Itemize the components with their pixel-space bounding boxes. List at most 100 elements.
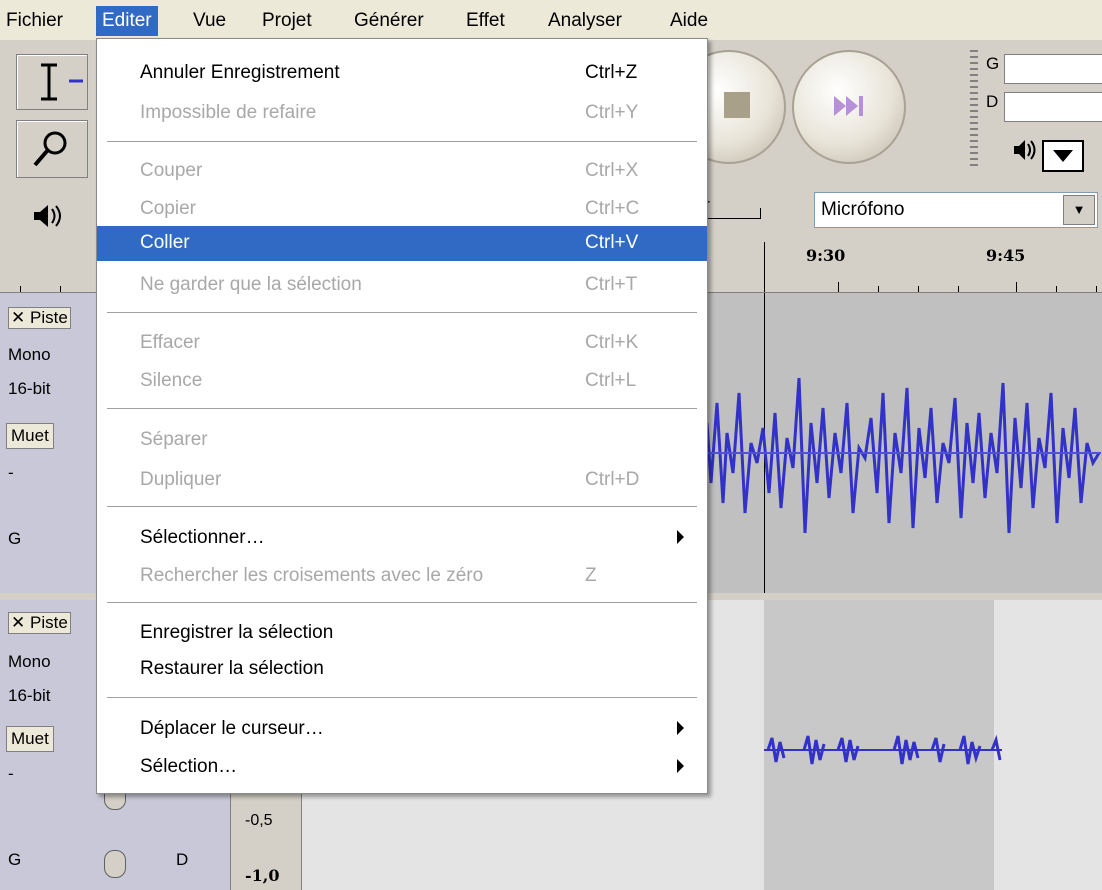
track-bits: 16-bit (8, 686, 51, 705)
input-source-value: Micrófono (821, 199, 905, 220)
menu-editer[interactable]: Editer (96, 6, 158, 36)
menu-item-shortcut: Ctrl+V (585, 232, 639, 253)
meter-speaker-icon (1010, 136, 1040, 164)
menu-item-label: Silence (140, 370, 203, 391)
menu-item-split[interactable]: Séparer (97, 423, 707, 458)
menu-item-restore-selection[interactable]: Restaurer la sélection (97, 652, 707, 687)
pan-left-label: G (8, 529, 22, 548)
menu-item-copy[interactable]: Copier Ctrl+C (97, 192, 707, 227)
menu-item-label: Enregistrer la sélection (140, 622, 334, 643)
ruler-label: 9:30 (806, 246, 846, 265)
right-level-meter (1004, 92, 1102, 122)
menu-bar: Fichier Editer Vue Projet Générer Effet … (0, 0, 1102, 40)
track-format: Mono (8, 345, 51, 364)
menu-item-undo[interactable]: Annuler Enregistrement Ctrl+Z (97, 56, 707, 91)
left-level-meter (1004, 54, 1102, 84)
menu-item-trim[interactable]: Ne garder que la sélection Ctrl+T (97, 268, 707, 303)
magnifier-icon (33, 131, 67, 167)
menu-vue[interactable]: Vue (187, 6, 232, 36)
menu-separator (107, 697, 697, 699)
track-close-button[interactable]: ✕ Piste (8, 307, 71, 329)
menu-item-shortcut: Ctrl+C (585, 198, 640, 219)
menu-separator (107, 141, 697, 143)
menu-item-redo[interactable]: Impossible de refaire Ctrl+Y (97, 96, 707, 131)
menu-item-shortcut: Ctrl+X (585, 160, 639, 181)
playback-volume-icon (20, 198, 80, 234)
meter-options-button[interactable] (1042, 140, 1084, 172)
menu-item-label: Coller (140, 232, 190, 253)
pan-left-label: G (8, 850, 22, 869)
pan-right-label: D (176, 850, 189, 869)
track-format: Mono (8, 652, 51, 671)
ruler-tick (958, 286, 959, 292)
menu-item-shortcut: Ctrl+Z (585, 62, 638, 83)
close-icon: ✕ (11, 613, 26, 632)
stop-icon (724, 92, 750, 118)
menu-item-paste[interactable]: Coller Ctrl+V (97, 226, 707, 261)
input-volume-slider[interactable] (706, 208, 761, 219)
mute-button[interactable]: Muet (6, 423, 54, 449)
menu-item-label: Impossible de refaire (140, 102, 317, 123)
menu-item-label: Restaurer la sélection (140, 658, 324, 679)
menu-item-select-submenu[interactable]: Sélectionner… (97, 521, 707, 556)
menu-projet[interactable]: Projet (256, 6, 318, 36)
menu-item-delete[interactable]: Effacer Ctrl+K (97, 326, 707, 361)
pan-slider-thumb[interactable] (104, 850, 126, 878)
menu-item-shortcut: Ctrl+L (585, 370, 637, 391)
submenu-arrow-icon (677, 530, 684, 544)
menu-item-label: Dupliquer (140, 469, 222, 490)
menu-item-save-selection[interactable]: Enregistrer la sélection (97, 616, 707, 651)
meter-left-label: G (986, 54, 1000, 73)
menu-effet[interactable]: Effet (460, 6, 511, 36)
menu-separator (107, 312, 697, 314)
menu-analyser[interactable]: Analyser (542, 6, 628, 36)
menu-item-move-cursor[interactable]: Déplacer le curseur… (97, 712, 707, 747)
gain-minus-label: - (8, 764, 14, 783)
track-name: Piste (29, 308, 68, 327)
menu-item-selection-submenu[interactable]: Sélection… (97, 750, 707, 785)
scale-label: -1,0 (245, 866, 280, 885)
ruler-tick (1096, 286, 1097, 292)
menu-item-shortcut: Ctrl+K (585, 332, 639, 353)
track-close-button[interactable]: ✕ Piste (8, 612, 71, 634)
menu-item-label: Annuler Enregistrement (140, 62, 340, 83)
menu-item-duplicate[interactable]: Dupliquer Ctrl+D (97, 463, 707, 498)
menu-item-silence[interactable]: Silence Ctrl+L (97, 364, 707, 399)
menu-item-shortcut: Ctrl+Y (585, 102, 639, 123)
menu-aide[interactable]: Aide (664, 6, 714, 36)
menu-item-label: Séparer (140, 429, 208, 450)
ruler-cursor-line (764, 242, 765, 292)
menu-item-cut[interactable]: Couper Ctrl+X (97, 154, 707, 189)
track-name: Piste (29, 613, 68, 632)
menu-item-shortcut: Z (585, 565, 597, 586)
menu-fichier[interactable]: Fichier (0, 6, 69, 36)
chevron-down-icon[interactable]: ▼ (1063, 195, 1095, 225)
zoom-tool-button[interactable] (16, 120, 88, 178)
toolbar-grip[interactable] (970, 50, 978, 170)
submenu-arrow-icon (677, 721, 684, 735)
input-source-select[interactable]: Micrófono ▼ (814, 192, 1098, 228)
scale-label: -0,5 (245, 812, 273, 829)
submenu-arrow-icon (677, 759, 684, 773)
i-beam-icon (41, 63, 83, 101)
ruler-tick (918, 286, 919, 292)
menu-item-label: Sélectionner… (140, 527, 265, 548)
edit-menu: Annuler Enregistrement Ctrl+Z Impossible … (96, 38, 708, 794)
selection-tool-button[interactable] (16, 54, 88, 110)
ruler-tick (20, 286, 21, 292)
menu-item-label: Déplacer le curseur… (140, 718, 324, 739)
menu-generer[interactable]: Générer (348, 6, 430, 36)
menu-item-find-zero-crossings[interactable]: Rechercher les croisements avec le zéro Z (97, 559, 707, 594)
menu-item-label: Sélection… (140, 756, 238, 777)
skip-end-button[interactable] (792, 50, 906, 164)
menu-item-label: Couper (140, 160, 203, 181)
menu-item-label: Effacer (140, 332, 200, 353)
meter-right-label: D (986, 92, 999, 111)
mute-button[interactable]: Muet (6, 726, 54, 752)
waveform-graphic (701, 377, 1101, 534)
triangle-down-icon (1053, 150, 1073, 162)
track-bits: 16-bit (8, 379, 51, 398)
menu-item-shortcut: Ctrl+T (585, 274, 638, 295)
menu-item-shortcut: Ctrl+D (585, 469, 640, 490)
menu-item-label: Ne garder que la sélection (140, 274, 362, 295)
